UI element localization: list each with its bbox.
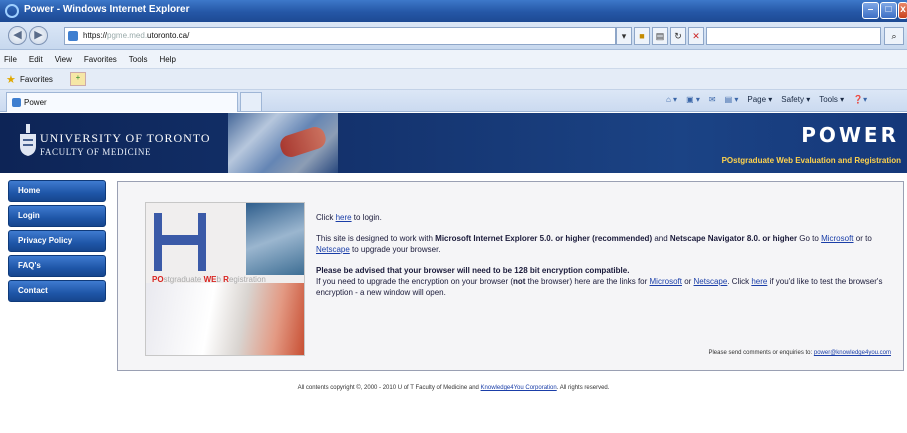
faculty-name: FACULTY OF MEDICINE (40, 147, 152, 157)
tab-row: Power ⌂ ▾ ▣ ▾ ✉ ▤ ▾ Page ▾ Safety ▾ Tool… (0, 90, 907, 112)
encryption-paragraph: Please be advised that your browser will… (316, 266, 883, 297)
sidebar-item-faq[interactable]: FAQ's (8, 255, 106, 277)
logo-tagline: POstgraduate WEb Registration (152, 275, 266, 284)
favorites-button[interactable]: Favorites (20, 75, 53, 84)
favicon-icon (12, 98, 21, 107)
stop-icon[interactable]: ✕ (688, 27, 704, 45)
feeds-icon[interactable]: ▣ ▾ (686, 95, 700, 104)
add-favorite-icon[interactable]: + (70, 72, 86, 86)
safety-menu[interactable]: Safety ▾ (781, 95, 810, 104)
compatibility-icon[interactable]: ▤ (652, 27, 668, 45)
login-paragraph: Click here to login. (316, 213, 382, 222)
back-button[interactable]: ◀ (8, 26, 27, 45)
site-header: UNIVERSITY OF TORONTO FACULTY OF MEDICIN… (0, 113, 907, 173)
help-icon[interactable]: ❓▾ (853, 95, 867, 104)
tab-power[interactable]: Power (6, 92, 238, 112)
maximize-button[interactable]: □ (880, 2, 897, 19)
login-link[interactable]: here (336, 213, 352, 222)
sidebar-item-contact[interactable]: Contact (8, 280, 106, 302)
menu-help[interactable]: Help (159, 55, 175, 64)
menu-favorites[interactable]: Favorites (84, 55, 117, 64)
sidebar-nav: Home Login Privacy Policy FAQ's Contact (8, 180, 106, 305)
page-footer: All contents copyright ©, 2000 - 2010 U … (297, 385, 610, 391)
knowledge4you-link[interactable]: Knowledge4You Corporation (481, 385, 557, 391)
dropdown-icon[interactable]: ▾ (616, 27, 632, 45)
app-subtitle: POstgraduate Web Evaluation and Registra… (721, 156, 901, 165)
power-logo-image: POstgraduate WEb Registration (145, 202, 305, 356)
home-icon[interactable]: ⌂ ▾ (666, 95, 677, 104)
command-bar: ⌂ ▾ ▣ ▾ ✉ ▤ ▾ Page ▾ Safety ▾ Tools ▾ ❓▾ (666, 95, 867, 104)
netscape-encryption-link[interactable]: Netscape (694, 277, 728, 286)
lock-icon[interactable]: ■ (634, 27, 650, 45)
menu-file[interactable]: File (4, 55, 17, 64)
new-tab-button[interactable] (240, 92, 262, 112)
tools-menu[interactable]: Tools ▾ (819, 95, 844, 104)
menu-edit[interactable]: Edit (29, 55, 43, 64)
uoft-crest-icon (20, 124, 36, 156)
sidebar-item-privacy-policy[interactable]: Privacy Policy (8, 230, 106, 252)
sidebar-item-home[interactable]: Home (8, 180, 106, 202)
app-title: POWER (801, 123, 899, 147)
address-url: https://pgme.med.utoronto.ca/ (83, 31, 190, 40)
university-name: UNIVERSITY OF TORONTO (40, 131, 211, 145)
minimize-button[interactable]: – (862, 2, 879, 19)
search-input[interactable] (706, 27, 881, 45)
sidebar-item-login[interactable]: Login (8, 205, 106, 227)
tab-title: Power (24, 98, 47, 107)
close-button[interactable]: x (898, 2, 907, 19)
print-icon[interactable]: ▤ ▾ (725, 95, 739, 104)
favorites-bar: ★ Favorites + (0, 69, 907, 90)
window-title: Power - Windows Internet Explorer (24, 4, 190, 15)
feedback-email-link[interactable]: power@knowledge4you.com (814, 350, 891, 356)
address-toolbar: ◀ ▶ https://pgme.med.utoronto.ca/ ▾ ■ ▤ … (0, 22, 907, 50)
address-bar[interactable]: https://pgme.med.utoronto.ca/ (64, 27, 616, 45)
star-icon[interactable]: ★ (6, 73, 16, 86)
page-icon (68, 31, 78, 41)
menu-tools[interactable]: Tools (129, 55, 148, 64)
menu-view[interactable]: View (55, 55, 72, 64)
content-panel: POstgraduate WEb Registration Click here… (117, 181, 904, 371)
intro-text: Click here to login. This site is design… (316, 212, 886, 308)
refresh-icon[interactable]: ↻ (670, 27, 686, 45)
forward-button[interactable]: ▶ (29, 26, 48, 45)
menu-bar: File Edit View Favorites Tools Help (0, 50, 907, 69)
header-photo (228, 113, 338, 173)
microsoft-encryption-link[interactable]: Microsoft (650, 277, 682, 286)
page-menu[interactable]: Page ▾ (747, 95, 772, 104)
search-icon[interactable]: ⌕ (884, 27, 904, 45)
feedback-line: Please send comments or enquiries to: po… (708, 350, 891, 356)
microsoft-link[interactable]: Microsoft (821, 234, 853, 243)
mail-icon[interactable]: ✉ (709, 95, 716, 104)
address-icons: ▾ ■ ▤ ↻ ✕ (616, 27, 704, 45)
browser-paragraph: This site is designed to work with Micro… (316, 234, 872, 254)
netscape-link[interactable]: Netscape (316, 245, 350, 254)
ie-logo-icon (5, 4, 19, 18)
window-titlebar: Power - Windows Internet Explorer – □ x (0, 0, 907, 22)
test-encryption-link[interactable]: here (751, 277, 767, 286)
